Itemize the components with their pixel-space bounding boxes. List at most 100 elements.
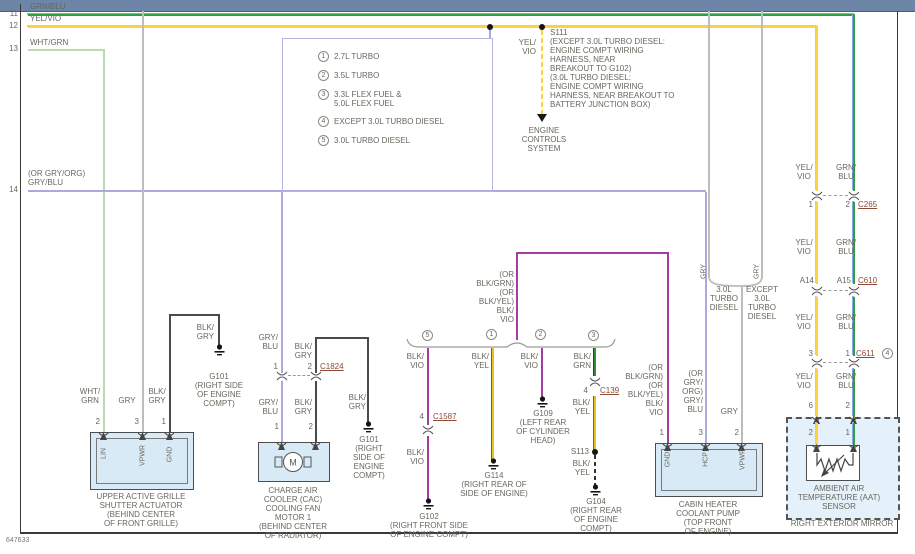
- connector-symbol-c610-2: [848, 286, 860, 296]
- legend-highlight-box: [282, 38, 493, 192]
- wire-blk-gry-g101b-v: [367, 337, 369, 423]
- yv-label-3: YEL/VIO: [795, 313, 813, 331]
- s113-label: S113: [570, 447, 589, 456]
- engine-controls-system-label: ENGINE CONTROLS SYSTEM: [521, 126, 567, 153]
- wire-b3-dashed: [594, 455, 596, 486]
- connector-symbol-c1587: [422, 425, 434, 435]
- wire-gry-blu-v-cac-upper: [281, 192, 283, 373]
- c1824-w2-label: BLK/GRY: [294, 342, 312, 360]
- wire-blk-gry-g101a-h: [169, 314, 220, 316]
- yv-label-1: YEL/VIO: [795, 163, 813, 181]
- connector-ref-c265[interactable]: C265: [858, 200, 877, 209]
- wire-blk-vio-h: [517, 252, 669, 254]
- wire-label-gry-blu-alt: (OR GRY/ORG) GRY/BLU: [28, 169, 86, 187]
- actuator-pin-2: 2: [95, 417, 100, 426]
- cac-pin-2: 2: [308, 422, 313, 431]
- wire-b1: [492, 348, 494, 460]
- actuator-wire-lin-label: WHT/GRN: [79, 387, 101, 405]
- g101a-wire-label: BLK/GRY: [196, 323, 214, 341]
- ground-brace: [406, 338, 616, 348]
- motor-icon: M: [274, 452, 312, 472]
- connector-symbol-c611-1: [811, 358, 823, 368]
- yv-label-2: YEL/VIO: [795, 238, 813, 256]
- wire-gry-except-v: [761, 11, 763, 278]
- connector-link-c265: [823, 195, 848, 196]
- connector-ref-c1824[interactable]: C1824: [320, 362, 344, 371]
- b1-wire-label: BLK/YEL: [471, 352, 489, 370]
- aat-sensor-label: AMBIENT AIR TEMPERATURE (AAT) SENSOR: [797, 484, 881, 511]
- pump-terminal-vpwr: VPWR: [739, 449, 747, 470]
- actuator-pin-1: 1: [161, 417, 166, 426]
- connector-symbol-c1824-2: [310, 371, 322, 381]
- branch-circ-1: 1: [486, 329, 497, 340]
- legend-circ-2: 2: [318, 70, 329, 81]
- cac-pin-1: 1: [274, 422, 279, 431]
- wiring-diagram-canvas: 647633 11 12 13 14 GRN/BLU YEL/VIO WHT/G…: [0, 0, 915, 554]
- legend-circ-3: 3: [318, 89, 329, 100]
- wire-blk-gry-cac-lower: [315, 381, 317, 442]
- cac-w1-lower-label: GRY/BLU: [258, 398, 278, 416]
- ground-symbol-g109: [537, 396, 548, 408]
- wire-yv-seg3: [816, 297, 818, 356]
- ground-symbol-g102: [423, 498, 434, 510]
- svg-text:M: M: [289, 458, 297, 468]
- branch-circ-2: 2: [535, 329, 546, 340]
- gry-rotated-label-1: GRY: [700, 263, 708, 280]
- b5-wire2-label: BLK/VIO: [406, 448, 424, 466]
- wire-blk-gry-g101a-v: [218, 314, 220, 346]
- engine-controls-arrow: [537, 114, 547, 122]
- branch-circ-5: 5: [422, 330, 433, 341]
- legend-circ-5: 5: [318, 135, 329, 146]
- legend-item-1: 2.7L TURBO: [334, 52, 380, 61]
- wire-yv-seg1: [816, 26, 818, 191]
- wire-yv-seg4: [816, 369, 818, 417]
- aat-pin-2: 2: [808, 428, 813, 437]
- g104-label: G104 (RIGHT REAR OF ENGINE COMPT): [570, 497, 622, 533]
- c265-pin-2: 2: [845, 200, 850, 209]
- connector-symbol-c611-2: [848, 358, 860, 368]
- wire-wht-grn-v: [103, 49, 105, 432]
- blk-vio-alt-label-main: (OR BLK/GRN) (OR BLK/YEL) BLK/VIO: [476, 270, 514, 324]
- right-exterior-mirror-label: RIGHT EXTERIOR MIRROR: [790, 519, 894, 528]
- feed-number-14: 14: [9, 185, 18, 194]
- b3-wire2-label: BLK/YEL: [572, 398, 590, 416]
- wire-blk-gry-actuator-v: [169, 314, 171, 432]
- pump-gry-label: GRY: [720, 407, 738, 416]
- wire-gry-diesel-v: [708, 11, 710, 278]
- legend-item-4: EXCEPT 3.0L TURBO DIESEL: [334, 117, 445, 126]
- wire-wht-grn-h: [28, 49, 105, 51]
- connector-symbol-c1824-1: [276, 371, 288, 381]
- s111-note: S111 (EXCEPT 3.0L TURBO DIESEL: ENGINE C…: [550, 28, 675, 109]
- b3-wire-label: BLK/GRN: [573, 352, 591, 370]
- wire-grn-blu-h: [28, 14, 855, 16]
- wire-b2: [541, 348, 543, 398]
- actuator-terminal-gnd: GND: [166, 446, 174, 463]
- connector-ref-c139[interactable]: C139: [600, 386, 619, 395]
- b2-wire-label: BLK/VIO: [520, 352, 538, 370]
- actuator-name: UPPER ACTIVE GRILLE SHUTTER ACTUATOR (BE…: [96, 492, 186, 528]
- gb-label-1: GRN/BLU: [836, 163, 856, 181]
- wire-gry-blu-v-cac-lower: [281, 381, 283, 442]
- gry-rotated-label-2: GRY: [753, 263, 761, 280]
- gb-label-2: GRN/BLU: [836, 238, 856, 256]
- connector-symbol-c610-1: [811, 286, 823, 296]
- g101b-wire-label: BLK/GRY: [348, 393, 366, 411]
- legend-circ-4: 4: [318, 116, 329, 127]
- feed-number-12: 12: [9, 21, 18, 30]
- c139-pin: 4: [583, 386, 588, 395]
- connector-ref-c1587[interactable]: C1587: [433, 412, 457, 421]
- legend-item-5: 3.0L TURBO DIESEL: [334, 136, 411, 145]
- connector-link-c1824: [288, 375, 310, 376]
- c1824-w1-label: GRY/BLU: [258, 333, 278, 351]
- cac-name: CHARGE AIR COOLER (CAC) COOLING FAN MOTO…: [258, 486, 328, 540]
- g102-label: G102 (RIGHT FRONT SIDE OF ENGINE COMPT): [390, 512, 468, 539]
- connector-ref-c610[interactable]: C610: [858, 276, 877, 285]
- g101a-label: G101 (RIGHT SIDE OF ENGINE COMPT): [194, 372, 244, 408]
- pump-gnd-alt-label: (OR BLK/GRN) (OR BLK/YEL) BLK/VIO: [625, 363, 663, 417]
- wire-gry-actuator-v: [142, 11, 144, 432]
- wire-yel-vio-h: [28, 26, 817, 28]
- wire-blk-vio-v: [516, 252, 518, 340]
- ground-symbol-g101a: [214, 344, 225, 356]
- actuator-terminal-lin: LIN: [100, 448, 108, 459]
- doc-number: 647633: [6, 537, 30, 544]
